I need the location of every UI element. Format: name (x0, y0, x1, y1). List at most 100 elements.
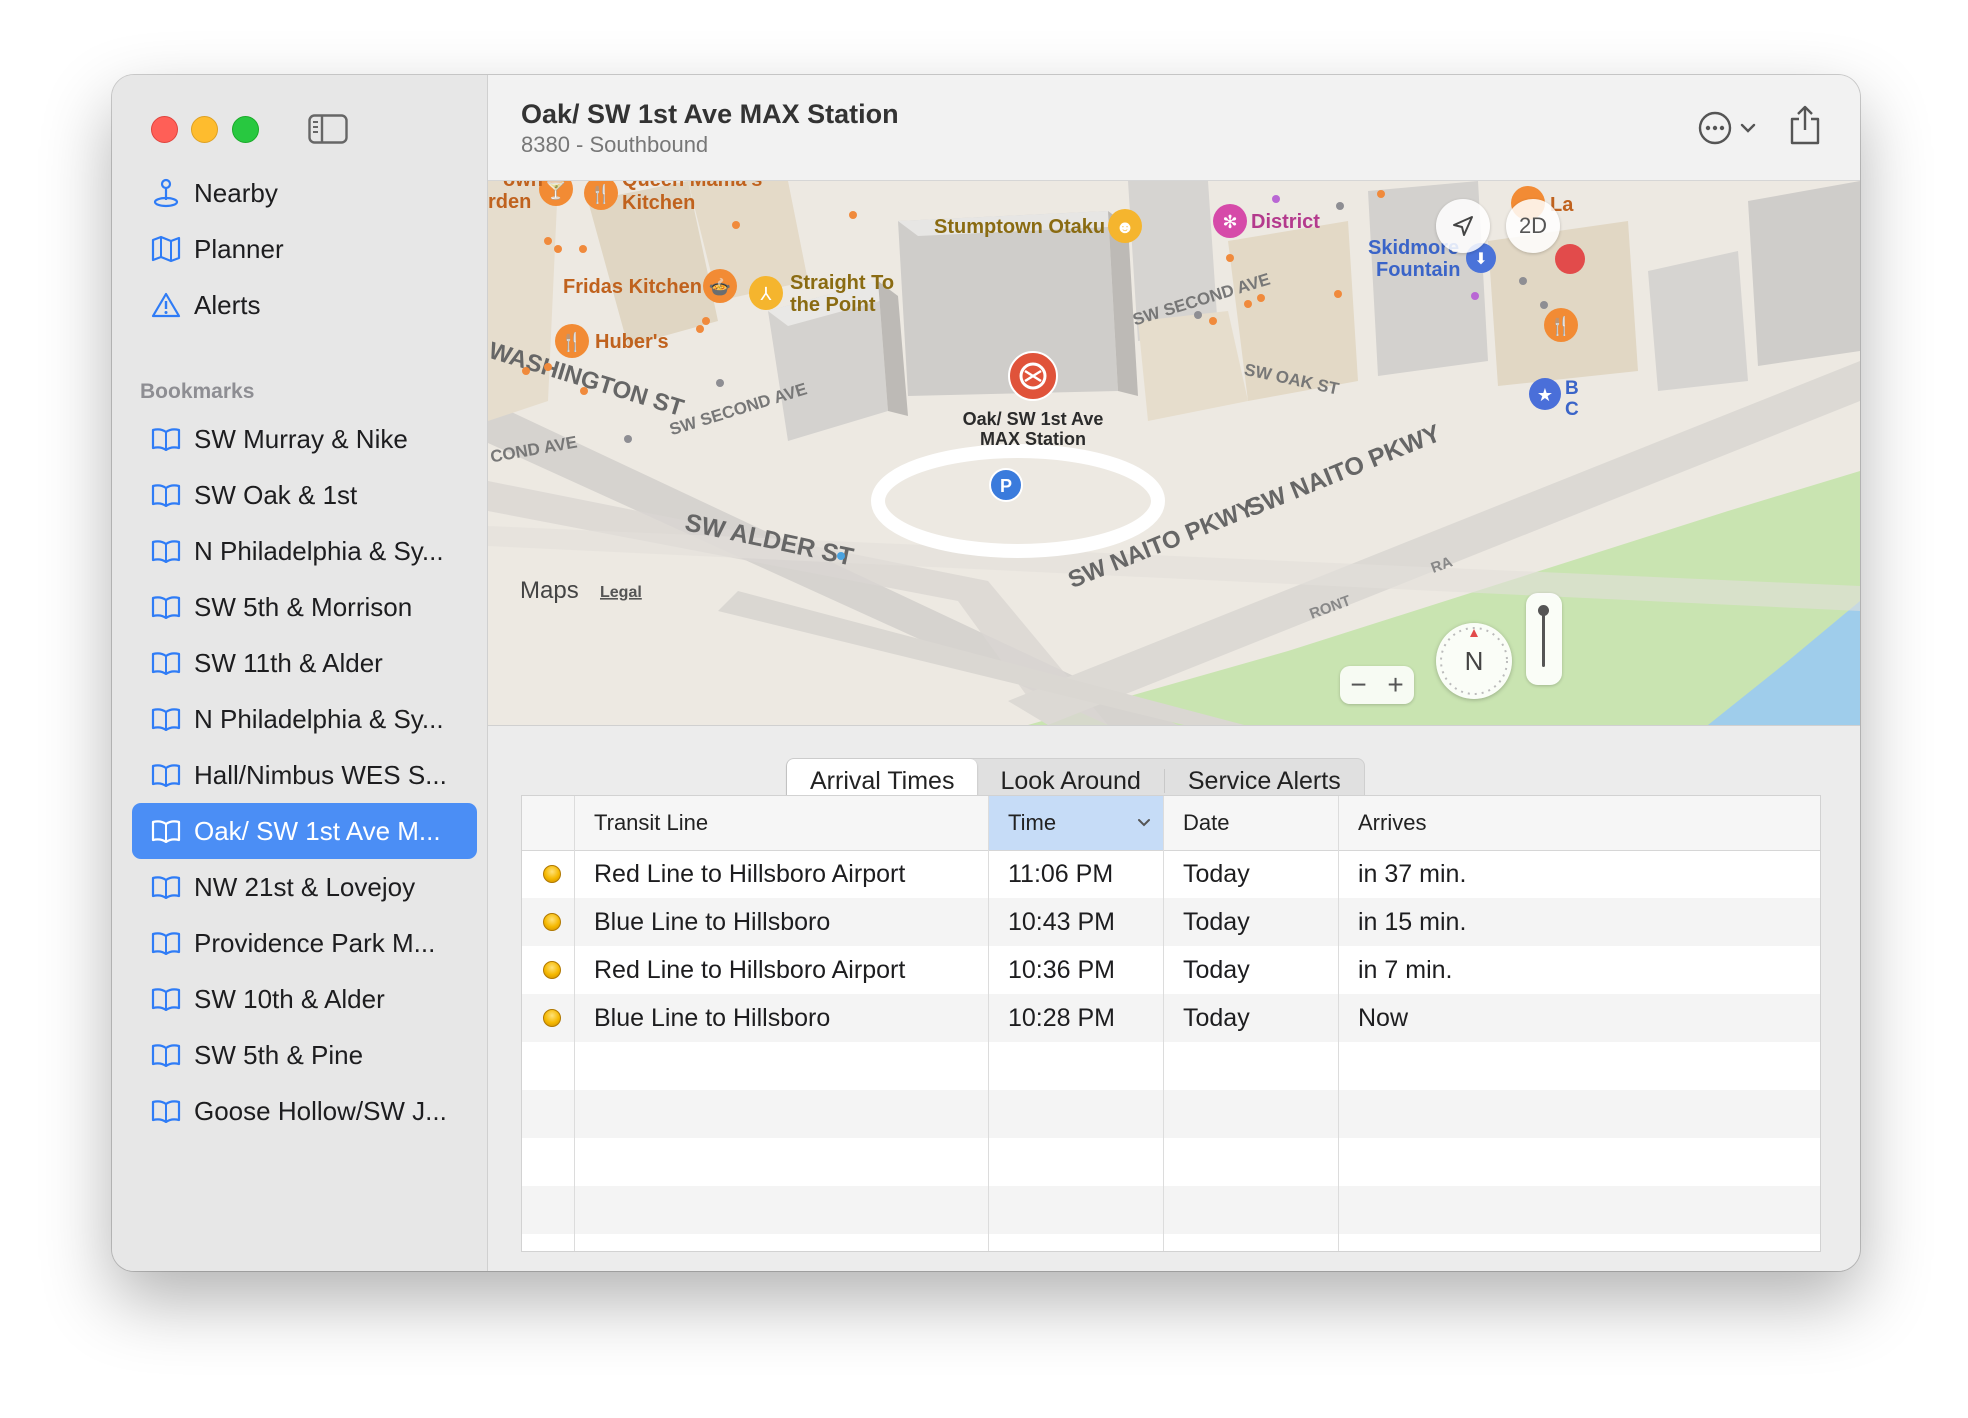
svg-text:🍲: 🍲 (709, 277, 731, 297)
bookmark-label: SW 5th & Pine (194, 1039, 364, 1070)
nightlife-icon[interactable]: ✻ (1213, 204, 1247, 238)
restaurant-icon[interactable]: 🍴 (1544, 308, 1578, 342)
sidebar-toggle-icon[interactable] (308, 114, 348, 149)
column-header-status[interactable] (522, 796, 574, 850)
poi-label-hubers: Huber's (595, 331, 669, 353)
bookmark-item[interactable]: SW 5th & Morrison (132, 579, 477, 635)
details-pane: Arrival Times Look Around Service Alerts… (488, 725, 1860, 1271)
star-landmark-icon[interactable]: ★ (1529, 378, 1561, 410)
bookmark-label: SW 5th & Morrison (194, 591, 413, 622)
parking-icon[interactable]: P (989, 468, 1023, 502)
sidebar-item-label: Planner (194, 233, 284, 264)
bookmark-label: SW 10th & Alder (194, 983, 385, 1014)
cell-arrives: in 37 min. (1358, 859, 1467, 888)
cell-date: Today (1183, 907, 1250, 936)
table-row (522, 1042, 1820, 1090)
poi-label-queen-mamas: Queen Mama's (622, 181, 762, 191)
table-row (522, 1090, 1820, 1138)
table-row[interactable]: Blue Line to Hillsboro 10:43 PM Today in 15… (522, 898, 1820, 946)
svg-text:☻: ☻ (1116, 217, 1135, 237)
minimize-window-button[interactable] (191, 116, 218, 143)
bookmark-item[interactable]: Goose Hollow/SW J... (132, 1083, 477, 1139)
bookmark-label: NW 21st & Lovejoy (194, 871, 416, 902)
bookmark-item[interactable]: SW Murray & Nike (132, 411, 477, 467)
table-row[interactable]: Red Line to Hillsboro Airport 11:06 PM Tod… (522, 850, 1820, 898)
bookmark-item[interactable]: SW 10th & Alder (132, 971, 477, 1027)
svg-text:★: ★ (1537, 385, 1553, 405)
bookmark-label: Hall/Nimbus WES S... (194, 759, 447, 790)
bookmark-label: SW Murray & Nike (194, 423, 408, 454)
compass[interactable]: N (1436, 623, 1512, 699)
column-header-transit-line[interactable]: Transit Line (574, 796, 988, 850)
bookmark-label: SW Oak & 1st (194, 479, 358, 510)
shop-icon[interactable]: ⅄ (749, 276, 783, 310)
status-dot-icon (543, 961, 561, 979)
page-subtitle: 8380 - Southbound (521, 132, 709, 157)
bookmark-item[interactable]: Oak/ SW 1st Ave M... (132, 803, 477, 859)
poi-label-garden-2: rden (488, 191, 531, 213)
column-header-time[interactable]: Time (988, 796, 1163, 850)
cell-date: Today (1183, 859, 1250, 888)
cell-transit-line: Blue Line to Hillsboro (594, 1003, 831, 1032)
table-row[interactable]: Red Line to Hillsboro Airport 10:36 PM Tod… (522, 946, 1820, 994)
share-button[interactable] (1788, 105, 1822, 150)
svg-text:🍸: 🍸 (545, 181, 567, 200)
book-icon (150, 1039, 182, 1071)
legal-link[interactable]: Legal (600, 584, 642, 601)
column-header-date[interactable]: Date (1163, 796, 1338, 850)
sidebar-item-planner[interactable]: Planner (132, 221, 467, 277)
book-icon (150, 1095, 182, 1127)
bookmark-item[interactable]: SW Oak & 1st (132, 467, 477, 523)
view-mode-2d-button[interactable]: 2D (1506, 199, 1560, 253)
status-dot-icon (543, 1009, 561, 1027)
bookmark-item[interactable]: Providence Park M... (132, 915, 477, 971)
bookmark-item[interactable]: Hall/Nimbus WES S... (132, 747, 477, 803)
zoom-in-button[interactable]: + (1387, 669, 1403, 701)
svg-text:Maps: Maps (520, 577, 579, 604)
restaurant-icon[interactable]: 🍴 (555, 324, 589, 358)
book-icon (150, 983, 182, 1015)
status-dot-icon (543, 865, 561, 883)
book-icon (150, 479, 182, 511)
cell-time: 10:28 PM (1008, 1003, 1116, 1032)
table-row (522, 1186, 1820, 1234)
zoom-control: − + (1340, 666, 1414, 704)
bookmark-item[interactable]: NW 21st & Lovejoy (132, 859, 477, 915)
table-row[interactable]: Blue Line to Hillsboro 10:28 PM Today Now (522, 994, 1820, 1042)
sidebar: Nearby Planner Alerts Bookmarks SW Murra… (112, 75, 488, 1271)
sort-descending-icon (1138, 819, 1150, 827)
sidebar-item-nearby[interactable]: Nearby (132, 165, 467, 221)
poi-label-the-point: the Point (790, 294, 876, 316)
map-view[interactable]: WASHINGTON ST SW SECOND AVE COND AVE SW … (488, 181, 1860, 725)
locate-button[interactable] (1436, 199, 1490, 253)
arrivals-table: Transit Line Time Date Arrives Red Line … (521, 795, 1821, 1252)
compass-north-label: N (1464, 645, 1484, 676)
sidebar-item-alerts[interactable]: Alerts (132, 277, 467, 333)
bookmark-item[interactable]: SW 5th & Pine (132, 1027, 477, 1083)
svg-text:⬇: ⬇ (1474, 251, 1487, 268)
bookmark-label: Goose Hollow/SW J... (194, 1095, 447, 1126)
bookmark-item[interactable]: N Philadelphia & Sy... (132, 691, 477, 747)
column-header-arrives[interactable]: Arrives (1338, 796, 1558, 850)
sidebar-item-label: Nearby (194, 177, 278, 208)
close-window-button[interactable] (151, 116, 178, 143)
bookmark-item[interactable]: SW 11th & Alder (132, 635, 477, 691)
cell-time: 11:06 PM (1008, 859, 1114, 888)
fire-station-icon[interactable] (1555, 244, 1585, 274)
station-marker[interactable] (1008, 351, 1058, 401)
pitch-slider[interactable] (1526, 593, 1562, 685)
zoom-window-button[interactable] (232, 116, 259, 143)
table-row (522, 1138, 1820, 1186)
app-window: Nearby Planner Alerts Bookmarks SW Murra… (112, 75, 1860, 1271)
bookmarks-list: SW Murray & Nike SW Oak & 1st N Philadelph… (132, 411, 477, 1139)
cell-date: Today (1183, 955, 1250, 984)
more-options-button[interactable] (1698, 111, 1756, 145)
book-icon (150, 815, 182, 847)
book-icon (150, 647, 182, 679)
store-icon[interactable]: ☻ (1108, 209, 1142, 243)
poi-label-district: District (1251, 211, 1320, 233)
book-icon (150, 871, 182, 903)
zoom-out-button[interactable]: − (1350, 669, 1366, 701)
bookmark-item[interactable]: N Philadelphia & Sy... (132, 523, 477, 579)
restaurant-icon[interactable]: 🍲 (703, 269, 737, 303)
